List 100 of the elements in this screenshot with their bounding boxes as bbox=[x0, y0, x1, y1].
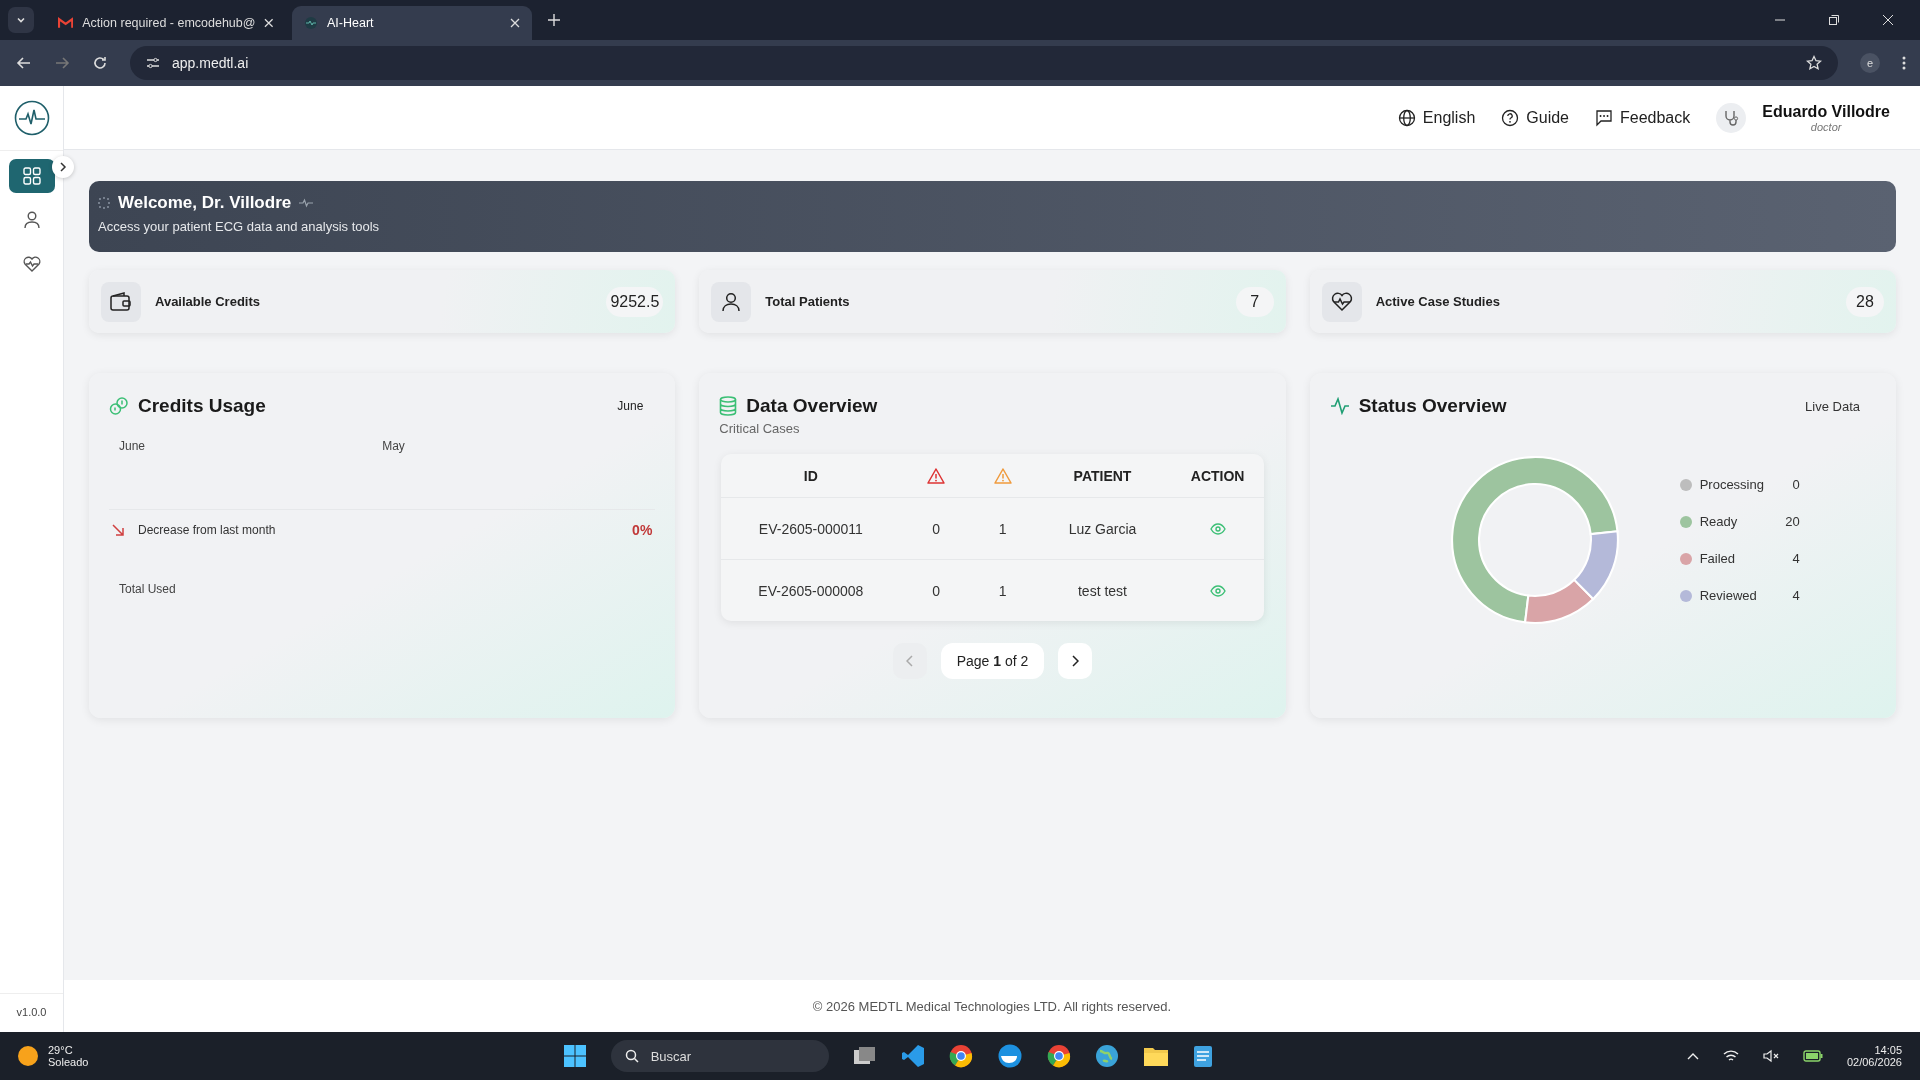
card-title: Credits Usage bbox=[138, 395, 266, 417]
close-icon[interactable] bbox=[264, 18, 274, 28]
search-icon bbox=[624, 1049, 639, 1063]
browser-icon[interactable] bbox=[948, 1044, 973, 1068]
globe-icon bbox=[1397, 108, 1416, 127]
browser-tab[interactable]: AI-Heart bbox=[292, 6, 532, 40]
database-icon bbox=[719, 396, 738, 416]
more-icon[interactable] bbox=[1902, 56, 1906, 70]
whale-icon[interactable] bbox=[996, 1044, 1023, 1068]
table-cell: 1 bbox=[998, 520, 1007, 537]
legend-count: 4 bbox=[1791, 551, 1800, 566]
stat-label: Active Case Studies bbox=[1375, 294, 1501, 309]
pulse-icon bbox=[299, 198, 314, 208]
expand-sidebar-button[interactable] bbox=[52, 156, 74, 178]
legend-label: Failed bbox=[1699, 551, 1737, 566]
next-page-button[interactable] bbox=[1058, 643, 1093, 679]
help-icon bbox=[1501, 108, 1520, 127]
stat-value: 7 bbox=[1235, 286, 1274, 317]
address-field[interactable]: app.medtl.ai bbox=[130, 46, 1838, 80]
table-cell: Luz Garcia bbox=[1068, 520, 1137, 537]
stat-value: 9252.5 bbox=[606, 286, 664, 317]
chevron-right-icon bbox=[58, 162, 68, 172]
star-icon[interactable] bbox=[1806, 55, 1822, 71]
previous-month-label: May bbox=[382, 439, 406, 453]
stat-value: 28 bbox=[1846, 286, 1884, 317]
coins-icon bbox=[109, 396, 129, 416]
profile-avatar[interactable]: e bbox=[1860, 53, 1880, 73]
feedback-button[interactable]: Feedback bbox=[1595, 108, 1691, 127]
legend-label: Reviewed bbox=[1699, 588, 1758, 603]
live-data-label: Live Data bbox=[1805, 398, 1860, 414]
card-title: Data Overview bbox=[746, 395, 878, 417]
close-icon[interactable] bbox=[510, 18, 520, 28]
stethoscope-icon[interactable] bbox=[1716, 102, 1747, 133]
page-indicator: Page 1 of 2 bbox=[940, 643, 1045, 679]
dashboard-nav-item[interactable] bbox=[8, 159, 55, 193]
welcome-title: Welcome, Dr. Villodre bbox=[118, 193, 292, 213]
folder-icon[interactable] bbox=[1142, 1045, 1169, 1067]
tab-list-button[interactable] bbox=[8, 7, 34, 33]
person-icon bbox=[23, 211, 40, 229]
clock-time[interactable]: 14:05 bbox=[1874, 1044, 1902, 1056]
sun-icon bbox=[18, 1046, 38, 1066]
grid-icon bbox=[22, 167, 41, 185]
stat-label: Total Patients bbox=[765, 294, 851, 309]
temperature-label: 29°C bbox=[48, 1044, 74, 1056]
trend-value: 0% bbox=[632, 522, 653, 538]
restore-icon[interactable] bbox=[1828, 14, 1840, 26]
legend-count: 4 bbox=[1791, 588, 1800, 603]
forward-icon[interactable] bbox=[54, 55, 70, 71]
heartbeat-icon bbox=[304, 16, 318, 30]
trend-label: Decrease from last month bbox=[138, 523, 276, 537]
battery-icon[interactable] bbox=[1802, 1050, 1823, 1062]
new-tab-icon[interactable] bbox=[548, 14, 560, 26]
wifi-icon[interactable] bbox=[1722, 1049, 1739, 1063]
site-settings-icon[interactable] bbox=[146, 56, 160, 70]
globe-icon[interactable] bbox=[1094, 1044, 1119, 1068]
table-cell: EV-2605-000008 bbox=[758, 582, 864, 599]
table-cell: EV-2605-000011 bbox=[758, 520, 863, 537]
legend-count: 0 bbox=[1791, 477, 1800, 492]
legend-count: 20 bbox=[1784, 514, 1800, 529]
card-title: Status Overview bbox=[1358, 395, 1507, 417]
browser-tab[interactable]: Action required - emcodehub@ bbox=[46, 6, 286, 40]
month-selector[interactable]: June bbox=[617, 399, 644, 413]
mail-icon bbox=[58, 17, 74, 29]
weather-label: Soleado bbox=[48, 1056, 89, 1068]
arrow-down-right-icon bbox=[112, 524, 124, 536]
chevron-up-icon[interactable] bbox=[1686, 1052, 1699, 1060]
current-month-label: June bbox=[119, 439, 147, 453]
reload-icon[interactable] bbox=[92, 55, 108, 71]
column-header: PATIENT bbox=[1073, 467, 1132, 484]
dots-icon bbox=[98, 197, 110, 209]
table-cell: 0 bbox=[932, 520, 941, 537]
warning-icon bbox=[993, 467, 1012, 484]
column-header: ID bbox=[803, 467, 818, 484]
card-subtitle: Critical Cases bbox=[719, 421, 801, 436]
alert-icon bbox=[927, 467, 946, 484]
table-cell: test test bbox=[1077, 582, 1127, 599]
user-role: doctor bbox=[1810, 120, 1842, 133]
heart-pulse-icon bbox=[22, 256, 41, 272]
muted-speaker-icon[interactable] bbox=[1762, 1049, 1779, 1063]
wallet-icon bbox=[101, 281, 141, 322]
user-name: Eduardo Villodre bbox=[1762, 102, 1890, 121]
copyright-text: © 2026 MEDTL Medical Technologies LTD. All rights reserved. bbox=[812, 998, 1172, 1014]
clock-date[interactable]: 02/06/2026 bbox=[1846, 1056, 1902, 1068]
code-editor-icon[interactable] bbox=[900, 1044, 925, 1068]
language-button[interactable]: English bbox=[1397, 108, 1476, 127]
back-icon[interactable] bbox=[16, 55, 32, 71]
browser-icon[interactable] bbox=[1046, 1044, 1071, 1068]
notepad-icon[interactable] bbox=[1192, 1044, 1213, 1068]
activity-icon bbox=[1329, 397, 1350, 415]
column-header: ACTION bbox=[1190, 467, 1245, 484]
total-used-label: Total Used bbox=[119, 582, 177, 596]
windows-start-icon[interactable] bbox=[562, 1044, 587, 1068]
table-cell: 1 bbox=[998, 582, 1007, 599]
taskbar-search-field[interactable]: Buscar bbox=[610, 1040, 829, 1072]
stat-label: Available Credits bbox=[155, 294, 261, 309]
person-icon bbox=[711, 281, 752, 322]
legend-label: Processing bbox=[1699, 477, 1765, 492]
close-icon[interactable] bbox=[1882, 14, 1894, 26]
guide-button[interactable]: Guide bbox=[1501, 108, 1569, 127]
task-view-icon[interactable] bbox=[852, 1045, 877, 1067]
